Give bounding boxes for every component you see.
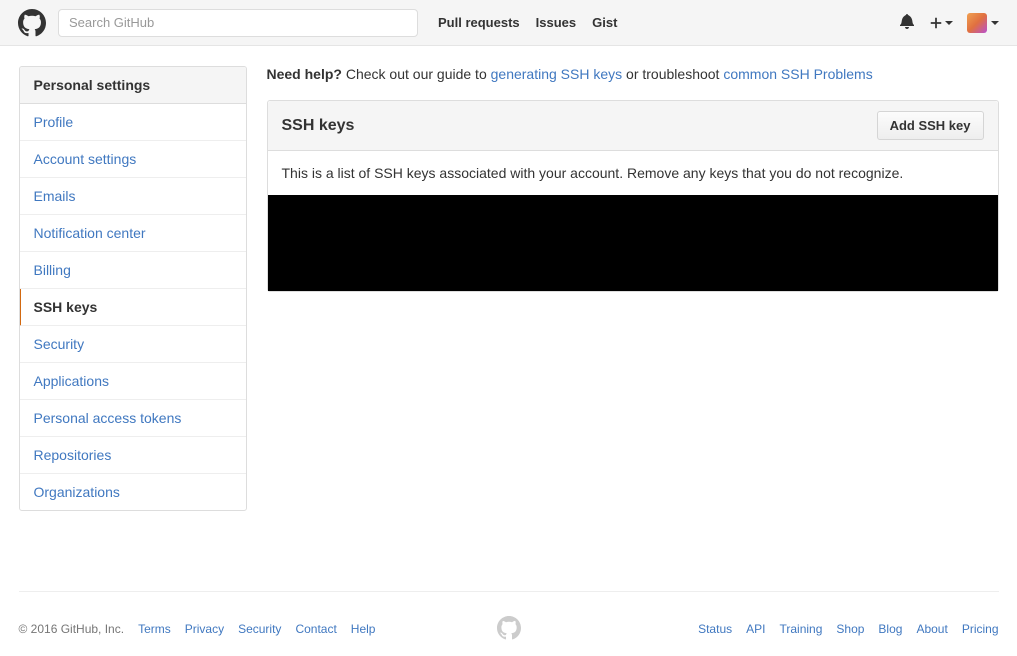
footer-link-api[interactable]: API <box>746 622 765 636</box>
nav-issues[interactable]: Issues <box>536 15 576 30</box>
panel-description: This is a list of SSH keys associated wi… <box>282 165 984 181</box>
footer-link-contact[interactable]: Contact <box>295 622 336 636</box>
help-text: Need help? Check out our guide to genera… <box>267 66 999 82</box>
footer-link-about[interactable]: About <box>916 622 947 636</box>
add-ssh-key-button[interactable]: Add SSH key <box>877 111 984 140</box>
nav-links: Pull requests Issues Gist <box>438 15 617 30</box>
header-right <box>899 13 999 33</box>
footer-left: © 2016 GitHub, Inc. Terms Privacy Securi… <box>19 622 376 636</box>
github-mark-icon[interactable] <box>497 616 521 643</box>
sidebar-item-profile[interactable]: Profile <box>20 104 246 141</box>
main-container: Personal settings Profile Account settin… <box>19 46 999 531</box>
sidebar-item-repositories[interactable]: Repositories <box>20 437 246 474</box>
panel-body: This is a list of SSH keys associated wi… <box>268 151 998 291</box>
sidebar-item-notification-center[interactable]: Notification center <box>20 215 246 252</box>
footer: © 2016 GitHub, Inc. Terms Privacy Securi… <box>19 591 999 656</box>
sidebar-item-account-settings[interactable]: Account settings <box>20 141 246 178</box>
sidebar-item-organizations[interactable]: Organizations <box>20 474 246 510</box>
settings-sidebar: Personal settings Profile Account settin… <box>19 66 247 511</box>
sidebar-item-personal-access-tokens[interactable]: Personal access tokens <box>20 400 246 437</box>
avatar <box>967 13 987 33</box>
footer-link-security[interactable]: Security <box>238 622 281 636</box>
bell-icon[interactable] <box>899 13 915 32</box>
sidebar-item-ssh-keys[interactable]: SSH keys <box>19 289 246 326</box>
footer-link-terms[interactable]: Terms <box>138 622 171 636</box>
panel-header: SSH keys Add SSH key <box>268 101 998 151</box>
copyright: © 2016 GitHub, Inc. <box>19 622 125 636</box>
ssh-key-entry-redacted <box>268 195 998 291</box>
footer-link-training[interactable]: Training <box>779 622 822 636</box>
footer-link-status[interactable]: Status <box>698 622 732 636</box>
footer-link-pricing[interactable]: Pricing <box>962 622 999 636</box>
caret-down-icon <box>991 21 999 25</box>
sidebar-item-applications[interactable]: Applications <box>20 363 246 400</box>
ssh-keys-panel: SSH keys Add SSH key This is a list of S… <box>267 100 999 292</box>
github-logo-icon[interactable] <box>18 9 46 37</box>
link-generating-ssh-keys[interactable]: generating SSH keys <box>491 66 623 82</box>
search-input[interactable] <box>58 9 418 37</box>
footer-link-privacy[interactable]: Privacy <box>185 622 224 636</box>
top-header: Pull requests Issues Gist <box>0 0 1017 46</box>
sidebar-box: Personal settings Profile Account settin… <box>19 66 247 511</box>
help-prefix: Need help? <box>267 66 342 82</box>
link-common-ssh-problems[interactable]: common SSH Problems <box>723 66 872 82</box>
sidebar-item-billing[interactable]: Billing <box>20 252 246 289</box>
panel-title: SSH keys <box>282 117 355 135</box>
help-middle2: or troubleshoot <box>622 66 723 82</box>
sidebar-title: Personal settings <box>20 67 246 104</box>
footer-link-blog[interactable]: Blog <box>878 622 902 636</box>
create-new-dropdown[interactable] <box>929 16 953 30</box>
footer-link-shop[interactable]: Shop <box>836 622 864 636</box>
content-area: Need help? Check out our guide to genera… <box>267 66 999 511</box>
nav-gist[interactable]: Gist <box>592 15 617 30</box>
footer-right: Status API Training Shop Blog About Pric… <box>698 622 998 636</box>
footer-link-help[interactable]: Help <box>351 622 376 636</box>
sidebar-item-emails[interactable]: Emails <box>20 178 246 215</box>
caret-down-icon <box>945 21 953 25</box>
nav-pull-requests[interactable]: Pull requests <box>438 15 520 30</box>
sidebar-item-security[interactable]: Security <box>20 326 246 363</box>
user-menu-dropdown[interactable] <box>967 13 999 33</box>
help-middle: Check out our guide to <box>342 66 491 82</box>
